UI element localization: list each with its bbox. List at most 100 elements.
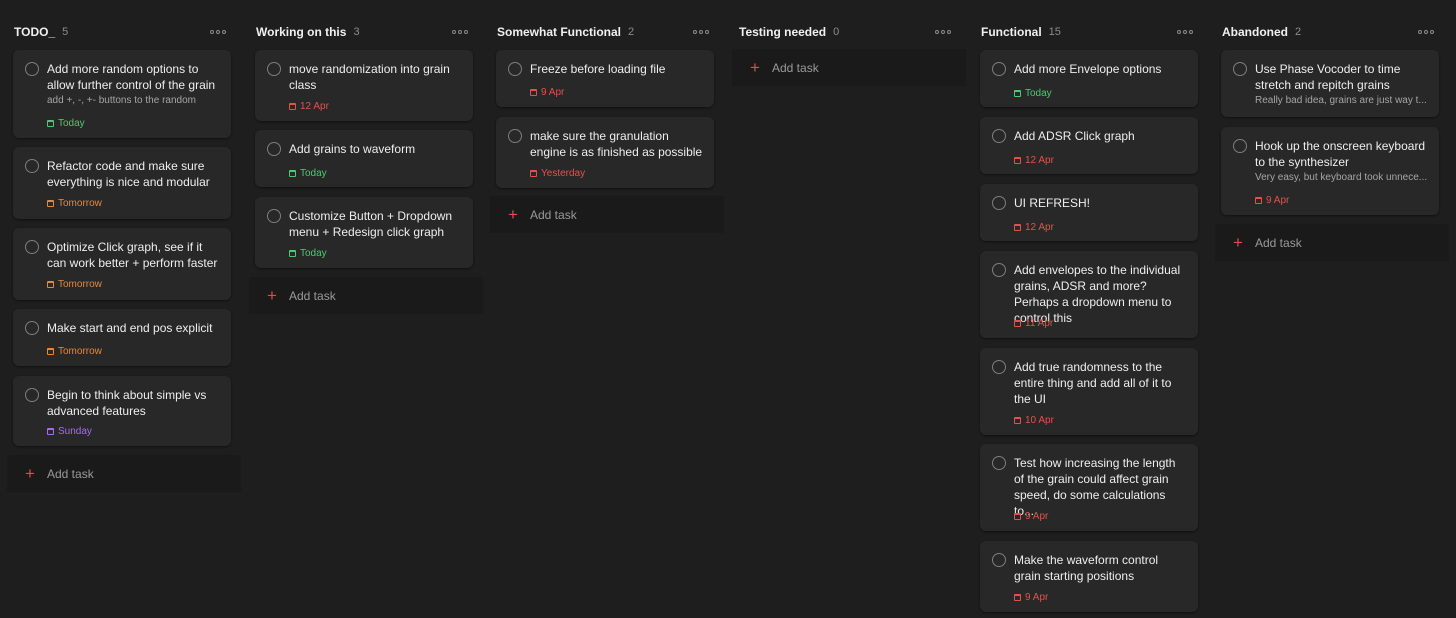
- column-header: Somewhat Functional 2: [497, 24, 711, 40]
- column-title: TODO_: [14, 25, 56, 39]
- calendar-icon: [1014, 512, 1021, 520]
- more-icon[interactable]: [210, 24, 226, 40]
- more-icon[interactable]: [1418, 24, 1434, 40]
- circle-icon[interactable]: [267, 62, 281, 76]
- circle-icon[interactable]: [25, 62, 39, 76]
- calendar-icon: [1014, 223, 1021, 231]
- circle-icon[interactable]: [267, 142, 281, 156]
- task-card[interactable]: Hook up the onscreen keyboard to the syn…: [1221, 127, 1439, 215]
- task-card[interactable]: Test how increasing the length of the gr…: [980, 444, 1198, 531]
- column-header: Testing needed 0: [739, 24, 953, 40]
- task-title: move randomization into grain class: [289, 62, 450, 92]
- task-card[interactable]: Add ADSR Click graph 12 Apr: [980, 117, 1198, 174]
- circle-icon[interactable]: [1233, 62, 1247, 76]
- calendar-icon: [289, 169, 296, 177]
- task-title: UI REFRESH!: [1014, 196, 1091, 210]
- column-header: Working on this 3: [256, 24, 470, 40]
- add-task-button[interactable]: + Add task: [732, 49, 966, 86]
- add-task-label: Add task: [530, 207, 577, 222]
- circle-icon[interactable]: [992, 263, 1006, 277]
- task-card[interactable]: Freeze before loading file 9 Apr: [496, 50, 714, 107]
- calendar-icon: [1014, 89, 1021, 97]
- circle-icon[interactable]: [992, 196, 1006, 210]
- calendar-icon: [1014, 593, 1021, 601]
- task-card[interactable]: Refactor code and make sure everything i…: [13, 147, 231, 219]
- task-card[interactable]: Use Phase Vocoder to time stretch and re…: [1221, 50, 1439, 117]
- column-title: Somewhat Functional: [497, 25, 622, 39]
- column-title: Testing needed: [739, 25, 827, 39]
- more-icon[interactable]: [1177, 24, 1193, 40]
- plus-icon: +: [25, 464, 35, 483]
- task-card[interactable]: Add grains to waveform Today: [255, 130, 473, 187]
- circle-icon[interactable]: [508, 129, 522, 143]
- task-card[interactable]: Make start and end pos explicit Tomorrow: [13, 309, 231, 366]
- add-task-button[interactable]: + Add task: [490, 196, 724, 233]
- circle-icon[interactable]: [25, 159, 39, 173]
- task-title: Add ADSR Click graph: [1014, 129, 1135, 143]
- more-icon[interactable]: [693, 24, 709, 40]
- column-title: Working on this: [256, 25, 347, 39]
- circle-icon[interactable]: [508, 62, 522, 76]
- circle-icon[interactable]: [1233, 139, 1247, 153]
- calendar-icon: [47, 427, 54, 435]
- calendar-icon: [1255, 196, 1262, 204]
- task-title: Optimize Click graph, see if it can work…: [47, 240, 218, 270]
- task-card[interactable]: Add more Envelope options Today: [980, 50, 1198, 107]
- task-description: add +, -, +- buttons to the random: [47, 95, 196, 106]
- task-title: Customize Button + Dropdown menu + Redes…: [289, 209, 453, 239]
- task-card[interactable]: Make the waveform control grain starting…: [980, 541, 1198, 612]
- column-header: Abandoned 2: [1222, 24, 1436, 40]
- kanban-board: TODO_ 5 Add more random options to allow…: [0, 0, 1456, 618]
- circle-icon[interactable]: [25, 388, 39, 402]
- add-task-button[interactable]: + Add task: [1215, 224, 1449, 261]
- circle-icon[interactable]: [25, 240, 39, 254]
- add-task-button[interactable]: + Add task: [249, 277, 483, 314]
- add-task-label: Add task: [289, 288, 336, 303]
- due-date: 12 Apr: [1014, 153, 1054, 167]
- task-card[interactable]: Optimize Click graph, see if it can work…: [13, 228, 231, 300]
- due-date: 9 Apr: [530, 85, 564, 99]
- due-date: Tomorrow: [47, 277, 102, 291]
- task-title: Begin to think about simple vs advanced …: [47, 388, 207, 418]
- calendar-icon: [530, 88, 537, 96]
- task-card[interactable]: make sure the granulation engine is as f…: [496, 117, 714, 188]
- calendar-icon: [47, 280, 54, 288]
- calendar-icon: [289, 249, 296, 257]
- calendar-icon: [530, 169, 537, 177]
- circle-icon[interactable]: [992, 553, 1006, 567]
- due-date: 12 Apr: [1014, 220, 1054, 234]
- task-title: Add grains to waveform: [289, 142, 416, 156]
- task-card[interactable]: move randomization into grain class 12 A…: [255, 50, 473, 121]
- task-title: Use Phase Vocoder to time stretch and re…: [1255, 62, 1401, 92]
- task-title: Refactor code and make sure everything i…: [47, 159, 210, 189]
- task-card[interactable]: Customize Button + Dropdown menu + Redes…: [255, 197, 473, 268]
- plus-icon: +: [508, 205, 518, 224]
- task-card[interactable]: Add more random options to allow further…: [13, 50, 231, 138]
- task-title: Make the waveform control grain starting…: [1014, 553, 1159, 583]
- due-date: Today: [47, 116, 85, 130]
- task-title: Add more Envelope options: [1014, 62, 1162, 76]
- task-title: Freeze before loading file: [530, 62, 666, 76]
- add-task-button[interactable]: + Add task: [7, 455, 241, 492]
- calendar-icon: [47, 347, 54, 355]
- more-icon[interactable]: [935, 24, 951, 40]
- circle-icon[interactable]: [992, 62, 1006, 76]
- plus-icon: +: [750, 58, 760, 77]
- circle-icon[interactable]: [25, 321, 39, 335]
- task-card[interactable]: Add envelopes to the individual grains, …: [980, 251, 1198, 338]
- task-title: Hook up the onscreen keyboard to the syn…: [1255, 139, 1426, 169]
- task-title: Make start and end pos explicit: [47, 321, 213, 335]
- task-card[interactable]: Begin to think about simple vs advanced …: [13, 376, 231, 446]
- circle-icon[interactable]: [267, 209, 281, 223]
- column-title: Abandoned: [1222, 25, 1288, 39]
- more-icon[interactable]: [452, 24, 468, 40]
- circle-icon[interactable]: [992, 456, 1006, 470]
- circle-icon[interactable]: [992, 360, 1006, 374]
- task-card[interactable]: Add true randomness to the entire thing …: [980, 348, 1198, 435]
- circle-icon[interactable]: [992, 129, 1006, 143]
- task-count: 15: [1048, 26, 1061, 38]
- task-count: 3: [353, 26, 360, 38]
- task-count: 5: [62, 26, 69, 38]
- task-card[interactable]: UI REFRESH! 12 Apr: [980, 184, 1198, 241]
- column-header: Functional 15: [981, 24, 1195, 40]
